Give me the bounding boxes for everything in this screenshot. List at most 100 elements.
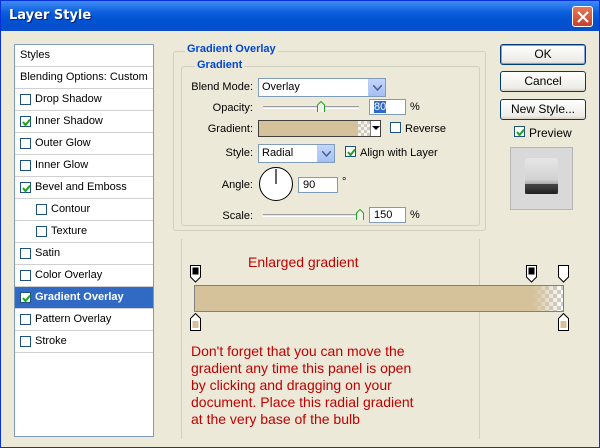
gradient-label: Gradient: (207, 123, 253, 135)
note-line: document. Place this radial gradient (191, 394, 414, 410)
checkbox-stroke[interactable] (20, 336, 31, 347)
opacity-stop-right[interactable] (558, 265, 569, 283)
opacity-input[interactable]: 80 (369, 99, 406, 115)
style-item-color-overlay[interactable]: Color Overlay (15, 265, 153, 287)
tutorial-note: Don't forget that you can move the gradi… (191, 343, 414, 428)
styles-list: Styles Blending Options: Custom Drop Sha… (14, 44, 154, 437)
style-item-inner-glow[interactable]: Inner Glow (15, 155, 153, 177)
style-item-label: Contour (51, 203, 91, 215)
checkbox-gradient-overlay[interactable] (20, 292, 31, 303)
chevron-down-icon (372, 126, 380, 130)
close-button[interactable] (572, 6, 593, 27)
style-item-stroke[interactable]: Stroke (15, 331, 153, 353)
layer-style-dialog: Layer Style Styles Blending Options: Cus… (0, 0, 600, 448)
opacity-unit: % (410, 101, 420, 113)
cancel-button[interactable]: Cancel (500, 71, 586, 92)
preview-swatch-icon (525, 158, 558, 194)
style-item-label: Texture (51, 225, 88, 237)
opacity-stop-left[interactable] (190, 265, 201, 283)
align-with-layer-label: Align with Layer (360, 147, 438, 159)
style-item-label: Inner Shadow (35, 115, 103, 127)
style-item-label: Pattern Overlay (35, 313, 112, 325)
gradient-picker[interactable] (258, 120, 381, 137)
style-item-gradient-overlay[interactable]: Gradient Overlay (15, 287, 153, 309)
opacity-label: Opacity: (212, 102, 253, 114)
angle-unit: ° (342, 176, 347, 188)
gradient-dropdown-arrow[interactable] (370, 121, 380, 136)
angle-dial[interactable] (258, 166, 294, 202)
scale-label: Scale: (222, 210, 253, 222)
style-item-label: Outer Glow (35, 137, 91, 149)
gradient-transparency-area (533, 286, 563, 311)
new-style-button[interactable]: New Style... (500, 99, 586, 120)
scale-input[interactable]: 150 (369, 207, 406, 223)
scale-value: 150 (374, 209, 393, 221)
blend-mode-label: Blend Mode: (191, 81, 253, 93)
window-title: Layer Style (9, 8, 92, 23)
style-item-outer-glow[interactable]: Outer Glow (15, 133, 153, 155)
checkbox-inner-shadow[interactable] (20, 116, 31, 127)
style-item-pattern-overlay[interactable]: Pattern Overlay (15, 309, 153, 331)
style-item-drop-shadow[interactable]: Drop Shadow (15, 89, 153, 111)
checkbox-color-overlay[interactable] (20, 270, 31, 281)
style-item-texture[interactable]: Texture (15, 221, 153, 243)
checkbox-outer-glow[interactable] (20, 138, 31, 149)
opacity-slider-track[interactable] (263, 106, 359, 109)
checkmark-icon (347, 148, 356, 157)
ok-button[interactable]: OK (500, 44, 586, 65)
style-item-label: Bevel and Emboss (35, 181, 127, 193)
scale-slider-track[interactable] (263, 214, 363, 217)
preview-checkbox[interactable] (514, 126, 525, 137)
angle-label: Angle: (221, 179, 253, 191)
blend-mode-select[interactable]: Overlay (258, 78, 386, 97)
note-line: Don't forget that you can move the (191, 343, 405, 359)
scale-unit: % (410, 209, 420, 221)
styles-header[interactable]: Styles (15, 45, 153, 67)
style-item-satin[interactable]: Satin (15, 243, 153, 265)
note-line: gradient any time this panel is open (191, 360, 412, 376)
reverse-checkbox[interactable] (390, 122, 401, 133)
title-bar[interactable]: Layer Style (1, 1, 599, 31)
style-item-label: Color Overlay (35, 269, 103, 281)
style-item-label: Satin (35, 247, 61, 259)
style-item-contour[interactable]: Contour (15, 199, 153, 221)
style-item-inner-shadow[interactable]: Inner Shadow (15, 111, 153, 133)
color-stop-right[interactable] (558, 313, 569, 331)
note-line: at the very base of the bulb (191, 411, 360, 427)
gradient-transparency-swatch (358, 121, 370, 136)
preview-label: Preview (529, 126, 572, 140)
angle-value: 90 (303, 179, 316, 191)
style-item-label: Gradient Overlay (35, 291, 124, 303)
checkbox-contour[interactable] (36, 204, 47, 215)
styles-header-label: Styles (20, 49, 50, 61)
gradient-legend: Gradient (195, 59, 245, 71)
checkbox-texture[interactable] (36, 226, 47, 237)
enlarged-gradient-bar[interactable] (194, 285, 564, 312)
close-icon (577, 11, 589, 23)
checkmark-icon (22, 118, 31, 127)
checkbox-pattern-overlay[interactable] (20, 314, 31, 325)
checkbox-bevel-emboss[interactable] (20, 182, 31, 193)
checkbox-satin[interactable] (20, 248, 31, 259)
opacity-stop-middle[interactable] (526, 265, 537, 283)
preview-thumbnail (510, 147, 573, 210)
chevron-down-icon (317, 145, 334, 162)
blend-mode-value: Overlay (262, 81, 300, 93)
checkmark-icon (22, 294, 31, 303)
blending-options-item[interactable]: Blending Options: Custom (15, 67, 153, 89)
checkbox-drop-shadow[interactable] (20, 94, 31, 105)
note-line: by clicking and dragging on your (191, 377, 392, 393)
align-with-layer-checkbox[interactable] (345, 146, 356, 157)
blending-options-label: Blending Options: Custom (20, 71, 148, 83)
chevron-down-icon (368, 79, 385, 96)
color-stop-left[interactable] (190, 313, 201, 331)
opacity-slider-thumb[interactable] (317, 101, 325, 112)
style-value: Radial (262, 147, 294, 159)
angle-input[interactable]: 90 (298, 177, 338, 193)
style-item-bevel-emboss[interactable]: Bevel and Emboss (15, 177, 153, 199)
scale-slider-thumb[interactable] (356, 209, 364, 220)
checkbox-inner-glow[interactable] (20, 160, 31, 171)
checkmark-icon (516, 128, 525, 137)
opacity-value: 80 (374, 101, 387, 113)
style-select[interactable]: Radial (258, 144, 335, 163)
